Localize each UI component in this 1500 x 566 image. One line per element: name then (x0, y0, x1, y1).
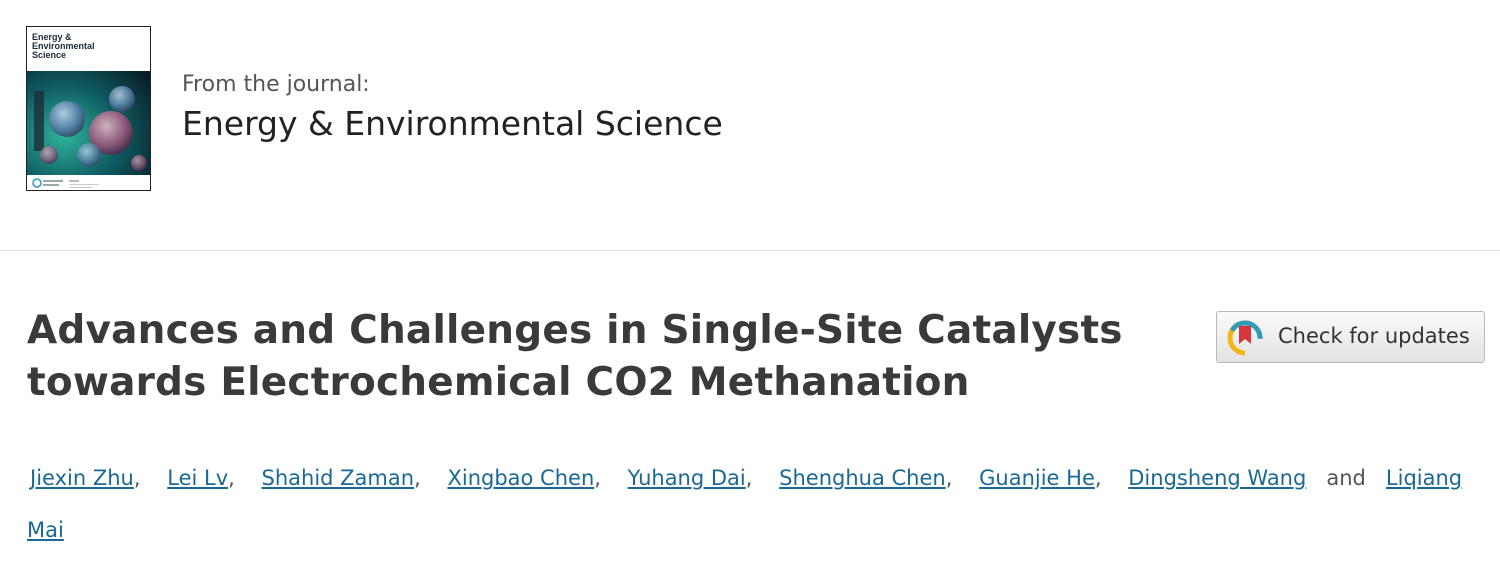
crossmark-icon (1227, 320, 1263, 356)
author-separator: , (133, 466, 141, 490)
check-for-updates-button[interactable]: Check for updates (1216, 311, 1485, 363)
article-title-line-1: Advances and Challenges in Single-Site C… (27, 308, 1123, 353)
cover-artwork (27, 71, 150, 179)
author-link[interactable]: Shahid Zaman (262, 466, 415, 490)
author-separator: , (945, 466, 953, 490)
from-journal-label: From the journal: (182, 72, 370, 97)
journal-cover-image[interactable]: Energy & Environmental Science (26, 26, 151, 191)
cover-footer (27, 175, 150, 190)
journal-header: Energy & Environmental Science From the … (0, 0, 1500, 250)
author-list: Jiexin Zhu, Lei Lv, Shahid Zaman, Xingba… (27, 452, 1477, 556)
author-link[interactable]: Dingsheng Wang (1128, 466, 1306, 490)
author-link[interactable]: Lei Lv (167, 466, 228, 490)
author-separator: , (228, 466, 235, 490)
author-conjunction: and (1326, 466, 1366, 490)
author-separator: , (745, 466, 753, 490)
author-separator: , (594, 466, 601, 490)
author-link[interactable]: Shenghua Chen (779, 466, 946, 490)
author-link[interactable]: Guanjie He (979, 466, 1095, 490)
author-separator: , (414, 466, 421, 490)
cover-journal-title: Energy & Environmental Science (32, 32, 95, 60)
header-divider (0, 250, 1500, 251)
article-title: Advances and Challenges in Single-Site C… (27, 305, 1147, 409)
author-separator: , (1094, 466, 1102, 490)
journal-name-link[interactable]: Energy & Environmental Science (182, 104, 723, 143)
author-link[interactable]: Jiexin Zhu (30, 466, 134, 490)
rsc-logo-icon (32, 178, 99, 188)
author-link[interactable]: Xingbao Chen (447, 466, 594, 490)
check-for-updates-label: Check for updates (1278, 324, 1470, 348)
author-link[interactable]: Yuhang Dai (628, 466, 746, 490)
article-title-line-2: towards Electrochemical CO2 Methanation (27, 360, 970, 405)
